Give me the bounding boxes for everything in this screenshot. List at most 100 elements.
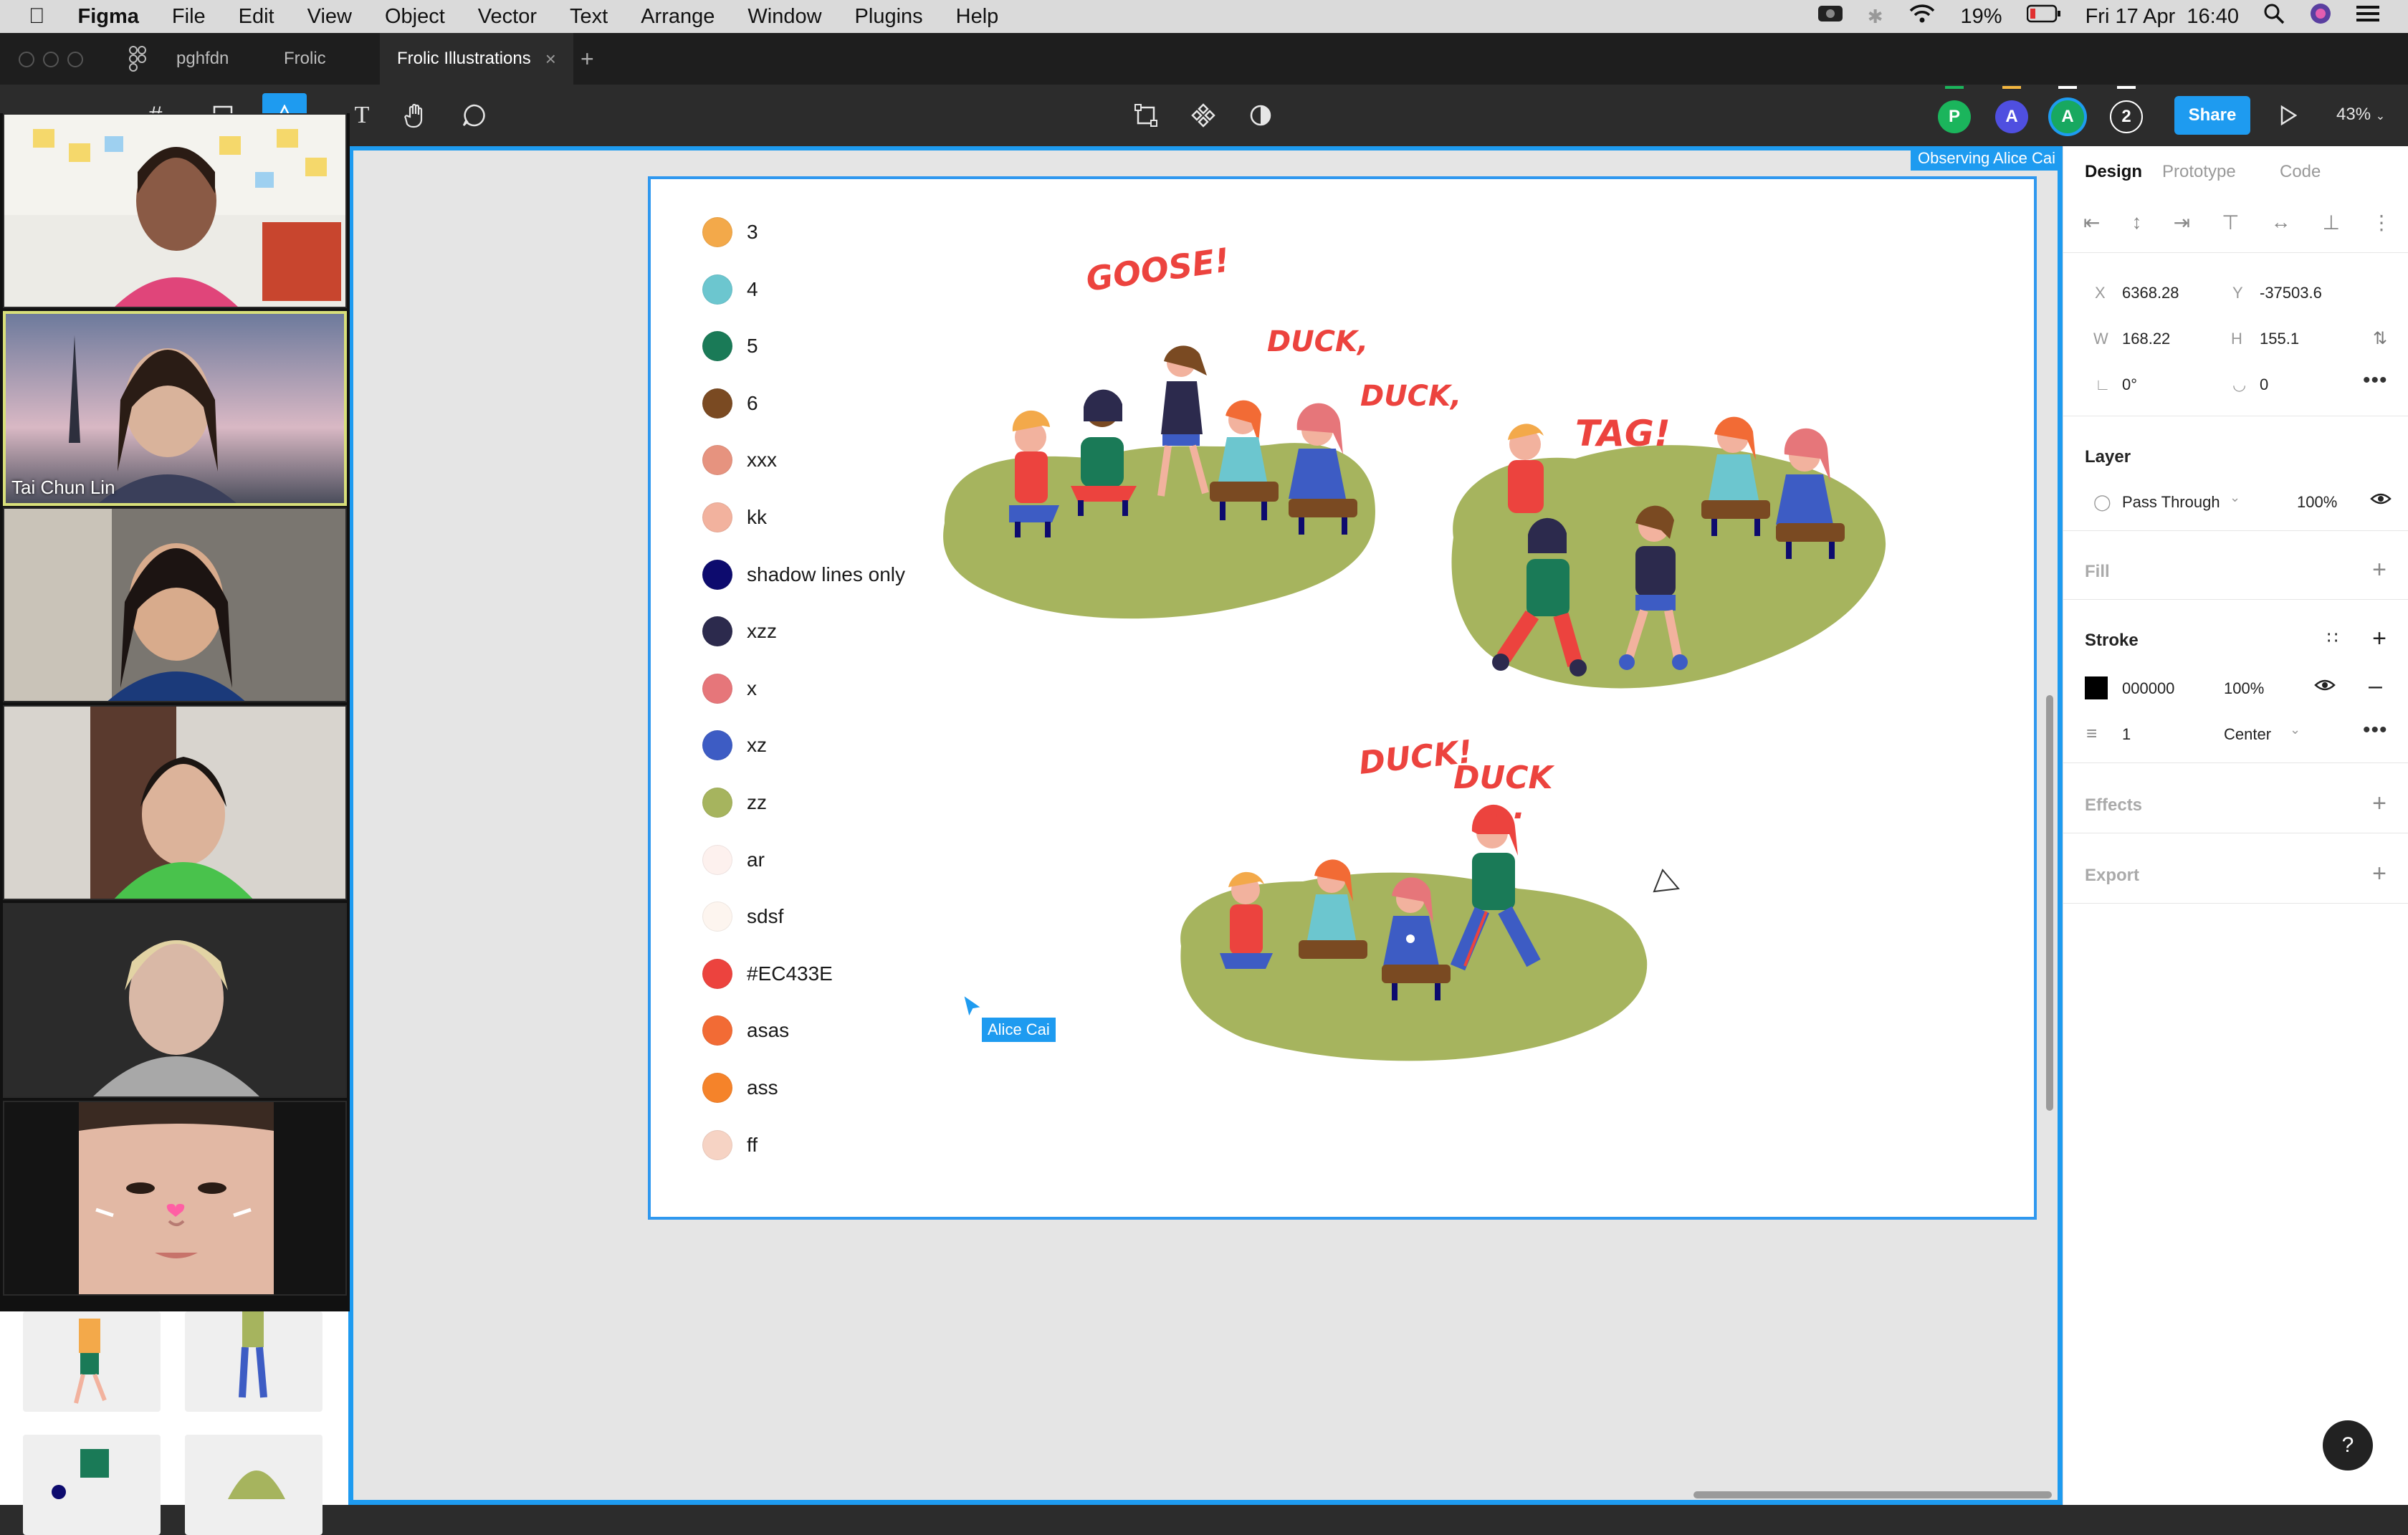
palette-swatch-row[interactable]: zz xyxy=(702,788,767,818)
palette-swatch-row[interactable]: shadow lines only xyxy=(702,559,905,590)
palette-swatch-row[interactable]: x xyxy=(702,673,757,704)
present-play-icon[interactable] xyxy=(2266,93,2311,138)
help-button[interactable]: ? xyxy=(2323,1420,2373,1471)
contrast-icon[interactable] xyxy=(1238,93,1283,138)
stroke-opacity-input[interactable]: 100% xyxy=(2224,679,2264,698)
tab-code[interactable]: Code xyxy=(2280,162,2321,182)
w-input[interactable]: 168.22 xyxy=(2122,330,2170,348)
new-tab-button[interactable]: + xyxy=(580,33,594,85)
color-swatch[interactable] xyxy=(702,673,732,704)
camera-icon[interactable] xyxy=(1817,4,1843,29)
app-menu-figma[interactable]: Figma xyxy=(78,5,139,29)
h-input[interactable]: 155.1 xyxy=(2260,330,2299,348)
add-fill-icon[interactable]: + xyxy=(2372,558,2386,582)
duck-duck-goose-illustration[interactable]: GOOSE! DUCK, DUCK, TAG! DUCK! DUCK ... xyxy=(930,222,1919,1118)
align-top-icon[interactable]: ⊤ xyxy=(2222,211,2239,234)
apple-menu-icon[interactable]:  xyxy=(29,4,45,29)
color-swatch[interactable] xyxy=(702,1073,732,1103)
menu-view[interactable]: View xyxy=(307,5,352,29)
palette-swatch-row[interactable]: ar xyxy=(702,844,765,875)
palette-swatch-row[interactable]: 5 xyxy=(702,331,758,362)
color-swatch[interactable] xyxy=(702,274,732,305)
bluetooth-icon[interactable]: ✱ xyxy=(1868,6,1883,28)
corner-radius-input[interactable]: 0 xyxy=(2260,376,2268,394)
distribute-icon[interactable]: ⋮ xyxy=(2371,211,2392,234)
asset-thumbnail[interactable] xyxy=(185,1435,322,1535)
rotation-input[interactable]: 0° xyxy=(2122,376,2137,394)
spotlight-icon[interactable] xyxy=(2263,3,2285,30)
palette-swatch-row[interactable]: asas xyxy=(702,1015,789,1046)
palette-swatch-row[interactable]: xxx xyxy=(702,445,777,476)
illustration-frame[interactable]: 3 4 5 6 xxx kk shadow lines only xzz x xz zz ar sdsf… xyxy=(648,176,2037,1220)
color-swatch[interactable] xyxy=(702,844,732,875)
constrain-proportions-icon[interactable]: ⇅ xyxy=(2373,328,2387,349)
tab-prototype[interactable]: Prototype xyxy=(2162,162,2236,182)
video-tile[interactable] xyxy=(3,705,347,900)
maximize-window-icon[interactable] xyxy=(67,52,83,67)
collaborator-avatar[interactable]: A xyxy=(1995,100,2028,133)
add-stroke-icon[interactable]: + xyxy=(2372,626,2386,651)
battery-icon[interactable] xyxy=(2026,4,2061,29)
x-input[interactable]: 6368.28 xyxy=(2122,284,2179,302)
menu-text[interactable]: Text xyxy=(570,5,608,29)
more-options-icon[interactable]: ••• xyxy=(2363,368,2388,393)
align-middle-v-icon[interactable]: ↔ xyxy=(2271,211,2291,234)
asset-thumbnail[interactable] xyxy=(185,1311,322,1412)
hand-tool-icon[interactable] xyxy=(394,93,439,138)
color-swatch[interactable] xyxy=(702,958,732,989)
eye-icon[interactable] xyxy=(2314,676,2336,699)
add-effect-icon[interactable]: + xyxy=(2372,791,2386,816)
palette-swatch-row[interactable]: ff xyxy=(702,1129,758,1160)
color-swatch[interactable] xyxy=(702,331,732,362)
align-bottom-icon[interactable]: ⊥ xyxy=(2323,211,2340,234)
video-tile[interactable] xyxy=(3,507,347,702)
create-component-icon[interactable] xyxy=(1124,93,1168,138)
video-tile[interactable] xyxy=(3,1101,347,1296)
menu-edit[interactable]: Edit xyxy=(239,5,274,29)
siri-icon[interactable] xyxy=(2309,2,2332,31)
zoom-dropdown[interactable]: 43% ⌄ xyxy=(2336,105,2385,125)
color-swatch[interactable] xyxy=(702,388,732,419)
color-swatch[interactable] xyxy=(702,788,732,818)
asset-thumbnail[interactable] xyxy=(23,1311,161,1412)
palette-swatch-row[interactable]: 6 xyxy=(702,388,758,419)
tab-design[interactable]: Design xyxy=(2085,162,2142,182)
color-swatch[interactable] xyxy=(702,559,732,590)
video-tile[interactable] xyxy=(3,903,347,1098)
more-collaborators-count[interactable]: 2 xyxy=(2110,100,2143,133)
video-tile-active-speaker[interactable]: Tai Chun Lin xyxy=(3,311,347,506)
remove-stroke-icon[interactable]: – xyxy=(2369,672,2382,700)
vertical-scrollbar[interactable] xyxy=(2046,695,2053,1111)
color-swatch[interactable] xyxy=(702,502,732,532)
menu-plugins[interactable]: Plugins xyxy=(855,5,923,29)
menu-window[interactable]: Window xyxy=(747,5,821,29)
collaborator-avatar[interactable]: P xyxy=(1938,100,1971,133)
share-button[interactable]: Share xyxy=(2174,96,2250,135)
palette-swatch-row[interactable]: xzz xyxy=(702,616,777,647)
video-tile[interactable] xyxy=(3,113,347,308)
align-center-h-icon[interactable]: ↕ xyxy=(2132,211,2142,234)
stroke-weight-input[interactable]: 1 xyxy=(2122,725,2131,744)
menu-object[interactable]: Object xyxy=(385,5,445,29)
menu-vector[interactable]: Vector xyxy=(478,5,537,29)
wifi-icon[interactable] xyxy=(1908,3,1936,30)
comment-tool-icon[interactable] xyxy=(452,93,496,138)
stroke-hex-input[interactable]: 000000 xyxy=(2122,679,2174,698)
palette-swatch-row[interactable]: 4 xyxy=(702,274,758,305)
palette-swatch-row[interactable]: sdsf xyxy=(702,902,783,932)
tab-pghfdn[interactable]: pghfdn xyxy=(176,33,255,85)
stroke-color-swatch[interactable] xyxy=(2085,676,2108,699)
minimize-window-icon[interactable] xyxy=(43,52,59,67)
color-swatch[interactable] xyxy=(702,1129,732,1160)
stroke-more-options-icon[interactable]: ••• xyxy=(2363,718,2388,742)
color-swatch[interactable] xyxy=(702,217,732,247)
menu-help[interactable]: Help xyxy=(956,5,999,29)
align-right-icon[interactable]: ⇥ xyxy=(2174,211,2190,234)
palette-swatch-row[interactable]: xz xyxy=(702,730,767,761)
palette-swatch-row[interactable]: ass xyxy=(702,1073,778,1103)
align-left-icon[interactable]: ⇤ xyxy=(2083,211,2100,234)
tab-frolic-illustrations[interactable]: Frolic Illustrations × xyxy=(380,33,573,85)
close-window-icon[interactable] xyxy=(19,52,34,67)
menu-arrange[interactable]: Arrange xyxy=(641,5,715,29)
figma-home-icon[interactable] xyxy=(129,46,146,77)
